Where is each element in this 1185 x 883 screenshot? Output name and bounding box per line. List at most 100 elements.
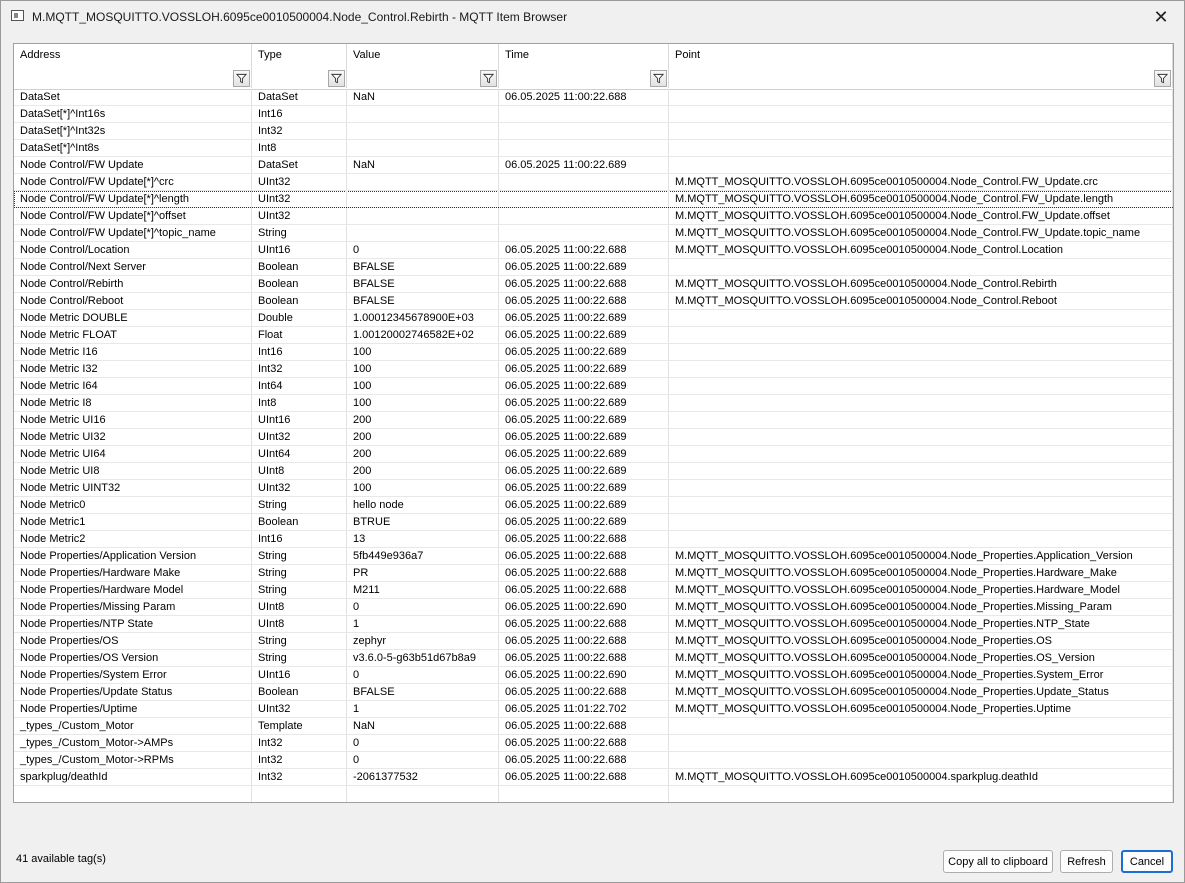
table-row[interactable]: DataSet[*]^Int8s Int8 xyxy=(14,140,1173,157)
table-row[interactable]: Node Properties/OS String zephyr 06.05.2025… xyxy=(14,633,1173,650)
table-row[interactable]: Node Control/Location UInt16 0 06.05.2025 … xyxy=(14,242,1173,259)
table-row[interactable]: Node Control/FW Update DataSet NaN 06.05.20… xyxy=(14,157,1173,174)
address-cell: _types_/Custom_Motor->RPMs xyxy=(14,752,252,768)
table-row[interactable]: Node Metric I8 Int8 100 06.05.2025 11:00:2… xyxy=(14,395,1173,412)
table-row[interactable]: Node Metric I32 Int32 100 06.05.2025 11:00… xyxy=(14,361,1173,378)
point-cell xyxy=(669,718,1173,734)
table-row[interactable]: Node Metric0 String hello node 06.05.2025 1… xyxy=(14,497,1173,514)
table-row[interactable]: Node Metric I64 Int64 100 06.05.2025 11:00… xyxy=(14,378,1173,395)
time-cell: 06.05.2025 11:00:22.689 xyxy=(499,310,669,326)
column-label: Point xyxy=(675,49,701,61)
type-cell: Boolean xyxy=(252,293,347,309)
point-cell xyxy=(669,735,1173,751)
copy-all-button[interactable]: Copy all to clipboard xyxy=(943,850,1053,873)
type-cell: Int16 xyxy=(252,344,347,360)
table-row[interactable]: Node Metric UI16 UInt16 200 06.05.2025 11:… xyxy=(14,412,1173,429)
table-row[interactable]: sparkplug/deathId Int32 -2061377532 06.05.2… xyxy=(14,769,1173,786)
table-row[interactable]: Node Metric UI8 UInt8 200 06.05.2025 11:00… xyxy=(14,463,1173,480)
address-cell: Node Properties/Application Version xyxy=(14,548,252,564)
point-cell: M.MQTT_MOSQUITTO.VOSSLOH.6095ce001050000… xyxy=(669,582,1173,598)
address-cell: Node Metric2 xyxy=(14,531,252,547)
tag-table[interactable]: Address Type Value Time Point DataSet Dat… xyxy=(13,43,1174,803)
time-cell: 06.05.2025 11:00:22.689 xyxy=(499,480,669,496)
table-row[interactable]: Node Control/Reboot Boolean BFALSE 06.05.20… xyxy=(14,293,1173,310)
point-cell xyxy=(669,89,1173,105)
table-row[interactable]: Node Metric2 Int16 13 06.05.2025 11:00:22.… xyxy=(14,531,1173,548)
time-cell: 06.05.2025 11:00:22.688 xyxy=(499,242,669,258)
table-row[interactable]: DataSet[*]^Int32s Int32 xyxy=(14,123,1173,140)
table-row[interactable]: Node Metric UI64 UInt64 200 06.05.2025 11:… xyxy=(14,446,1173,463)
time-cell xyxy=(499,174,669,190)
address-cell: Node Properties/Update Status xyxy=(14,684,252,700)
table-row[interactable]: Node Properties/System Error UInt16 0 06.0… xyxy=(14,667,1173,684)
table-row[interactable]: Node Properties/Uptime UInt32 1 06.05.2025… xyxy=(14,701,1173,718)
column-header-address[interactable]: Address xyxy=(14,44,252,88)
table-row[interactable]: Node Metric1 Boolean BTRUE 06.05.2025 11:00… xyxy=(14,514,1173,531)
point-cell: M.MQTT_MOSQUITTO.VOSSLOH.6095ce001050000… xyxy=(669,616,1173,632)
address-cell: Node Metric UI64 xyxy=(14,446,252,462)
value-cell xyxy=(347,123,499,139)
table-row[interactable]: Node Control/FW Update[*]^crc UInt32 M.MQT… xyxy=(14,174,1173,191)
table-row[interactable]: Node Properties/Application Version Strin… xyxy=(14,548,1173,565)
address-cell: Node Control/Reboot xyxy=(14,293,252,309)
table-row[interactable]: Node Properties/Update Status Boolean BFAL… xyxy=(14,684,1173,701)
table-row[interactable]: Node Metric FLOAT Float 1.00120002746582E… xyxy=(14,327,1173,344)
empty-cell xyxy=(252,786,347,802)
table-row[interactable]: _types_/Custom_Motor->AMPs Int32 0 06.05.2… xyxy=(14,735,1173,752)
time-cell: 06.05.2025 11:00:22.689 xyxy=(499,361,669,377)
empty-cell xyxy=(14,786,252,802)
value-cell: zephyr xyxy=(347,633,499,649)
table-row[interactable]: Node Metric UI32 UInt32 200 06.05.2025 11:… xyxy=(14,429,1173,446)
table-row[interactable]: DataSet[*]^Int16s Int16 xyxy=(14,106,1173,123)
table-header: Address Type Value Time Point xyxy=(14,44,1173,90)
table-row[interactable]: Node Control/FW Update[*]^length UInt32 M.… xyxy=(14,191,1173,208)
table-row[interactable]: Node Properties/OS Version String v3.6.0-5… xyxy=(14,650,1173,667)
point-cell: M.MQTT_MOSQUITTO.VOSSLOH.6095ce001050000… xyxy=(669,191,1173,207)
table-row[interactable]: DataSet DataSet NaN 06.05.2025 11:00:22.688 xyxy=(14,89,1173,106)
cancel-button[interactable]: Cancel xyxy=(1121,850,1173,873)
table-row[interactable]: Node Control/Next Server Boolean BFALSE 06.… xyxy=(14,259,1173,276)
column-header-time[interactable]: Time xyxy=(499,44,669,88)
value-cell xyxy=(347,191,499,207)
table-row[interactable]: Node Control/FW Update[*]^offset UInt32 M.… xyxy=(14,208,1173,225)
table-row[interactable]: Node Metric UINT32 UInt32 100 06.05.2025 1… xyxy=(14,480,1173,497)
time-cell xyxy=(499,208,669,224)
point-cell xyxy=(669,106,1173,122)
table-row[interactable]: Node Control/Rebirth Boolean BFALSE 06.05.2… xyxy=(14,276,1173,293)
column-header-value[interactable]: Value xyxy=(347,44,499,88)
address-cell: Node Metric UINT32 xyxy=(14,480,252,496)
point-cell xyxy=(669,395,1173,411)
type-cell: DataSet xyxy=(252,89,347,105)
filter-icon[interactable] xyxy=(480,70,497,87)
table-row[interactable]: Node Metric I16 Int16 100 06.05.2025 11:00… xyxy=(14,344,1173,361)
time-cell: 06.05.2025 11:00:22.688 xyxy=(499,582,669,598)
column-header-point[interactable]: Point xyxy=(669,44,1173,88)
filter-icon[interactable] xyxy=(233,70,250,87)
point-cell: M.MQTT_MOSQUITTO.VOSSLOH.6095ce001050000… xyxy=(669,599,1173,615)
table-row[interactable]: Node Control/FW Update[*]^topic_name Stri… xyxy=(14,225,1173,242)
table-row[interactable]: Node Properties/Hardware Model String M211… xyxy=(14,582,1173,599)
table-row[interactable]: Node Properties/Hardware Make String PR 06.… xyxy=(14,565,1173,582)
point-cell xyxy=(669,344,1173,360)
table-row[interactable]: _types_/Custom_Motor Template NaN 06.05.202… xyxy=(14,718,1173,735)
filter-icon[interactable] xyxy=(650,70,667,87)
value-cell: 0 xyxy=(347,599,499,615)
table-row[interactable]: Node Properties/Missing Param UInt8 0 06.0… xyxy=(14,599,1173,616)
point-cell: M.MQTT_MOSQUITTO.VOSSLOH.6095ce001050000… xyxy=(669,667,1173,683)
refresh-button[interactable]: Refresh xyxy=(1060,850,1113,873)
value-cell: 1.00120002746582E+02 xyxy=(347,327,499,343)
value-cell: 1 xyxy=(347,701,499,717)
table-row[interactable]: Node Properties/NTP State UInt8 1 06.05.20… xyxy=(14,616,1173,633)
time-cell xyxy=(499,106,669,122)
close-button[interactable]: ✕ xyxy=(1138,1,1184,33)
filter-icon[interactable] xyxy=(328,70,345,87)
address-cell: Node Properties/Hardware Make xyxy=(14,565,252,581)
time-cell xyxy=(499,191,669,207)
table-row[interactable]: _types_/Custom_Motor->RPMs Int32 0 06.05.2… xyxy=(14,752,1173,769)
filter-icon[interactable] xyxy=(1154,70,1171,87)
type-cell: UInt32 xyxy=(252,208,347,224)
point-cell: M.MQTT_MOSQUITTO.VOSSLOH.6095ce001050000… xyxy=(669,293,1173,309)
address-cell: Node Properties/OS Version xyxy=(14,650,252,666)
table-row[interactable]: Node Metric DOUBLE Double 1.0001234567890… xyxy=(14,310,1173,327)
column-header-type[interactable]: Type xyxy=(252,44,347,88)
